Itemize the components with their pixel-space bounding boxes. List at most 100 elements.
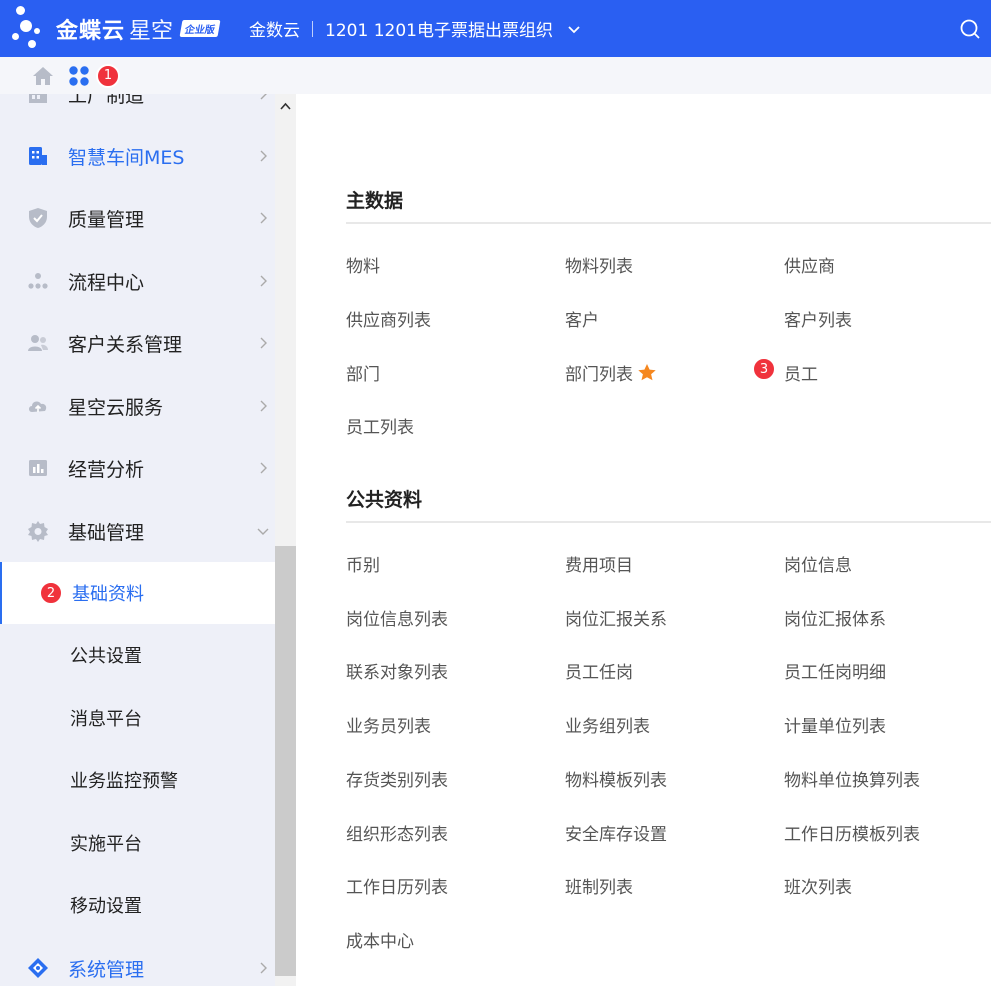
sub-toolbar: 1 bbox=[0, 57, 991, 94]
step-badge: 3 bbox=[752, 357, 776, 381]
chevron-down-icon bbox=[257, 528, 269, 535]
link-contact-list[interactable]: 联系对象列表 bbox=[346, 658, 448, 683]
sidebar: 工厂制造 智慧车间MES 质量管理 流程中心 客户关系管理 星空云服务 经营分析… bbox=[0, 94, 275, 986]
chevron-right-icon bbox=[260, 962, 267, 974]
link-material-list[interactable]: 物料列表 bbox=[565, 252, 633, 277]
kingdee-logo[interactable]: 金蝶云 星空 企业版 bbox=[0, 0, 221, 57]
step-badge: 1 bbox=[96, 63, 120, 88]
link-supplier[interactable]: 供应商 bbox=[784, 252, 835, 277]
sidebar-item-analysis[interactable]: 经营分析 bbox=[0, 437, 275, 499]
link-unit-conversion-list[interactable]: 物料单位换算列表 bbox=[784, 766, 920, 791]
sidebar-subitem-label: 公共设置 bbox=[70, 646, 142, 667]
link-calendar-list[interactable]: 工作日历列表 bbox=[346, 873, 448, 898]
factory-icon bbox=[29, 94, 47, 103]
sidebar-item-basic-management[interactable]: 基础管理 bbox=[0, 500, 275, 562]
link-unit-list[interactable]: 计量单位列表 bbox=[784, 712, 886, 737]
sidebar-subitem-label: 实施平台 bbox=[70, 834, 142, 855]
link-calendar-template-list[interactable]: 工作日历模板列表 bbox=[784, 820, 920, 845]
sidebar-subitem-label: 消息平台 bbox=[70, 709, 142, 730]
shield-check-icon bbox=[29, 208, 47, 228]
sidebar-subitem-public-settings[interactable]: 公共设置 bbox=[0, 624, 275, 686]
link-material-template-list[interactable]: 物料模板列表 bbox=[565, 766, 667, 791]
sidebar-subitem-label: 移动设置 bbox=[70, 896, 142, 917]
sidebar-item-quality[interactable]: 质量管理 bbox=[0, 187, 275, 249]
sidebar-subitem-basic-data[interactable]: 2 基础资料 bbox=[0, 562, 275, 624]
sidebar-item-mes[interactable]: 智慧车间MES bbox=[0, 125, 275, 187]
sidebar-subitem-label: 业务监控预警 bbox=[70, 771, 178, 792]
sidebar-item-label: 经营分析 bbox=[68, 458, 145, 481]
link-employee-position[interactable]: 员工任岗 bbox=[565, 658, 633, 683]
chevron-right-icon bbox=[260, 150, 267, 162]
sidebar-item-cloud-service[interactable]: 星空云服务 bbox=[0, 375, 275, 437]
link-business-group-list[interactable]: 业务组列表 bbox=[565, 712, 650, 737]
link-employee[interactable]: 员工 bbox=[784, 360, 818, 385]
flow-dots-icon bbox=[28, 273, 48, 289]
apps-grid-icon[interactable] bbox=[68, 65, 90, 87]
link-shift-list[interactable]: 班次列表 bbox=[784, 873, 852, 898]
sidebar-subitem-message-platform[interactable]: 消息平台 bbox=[0, 687, 275, 749]
link-department-list[interactable]: 部门列表 bbox=[565, 360, 633, 385]
link-supplier-list[interactable]: 供应商列表 bbox=[346, 306, 431, 331]
link-inventory-category-list[interactable]: 存货类别列表 bbox=[346, 766, 448, 791]
gear-icon bbox=[28, 521, 48, 542]
brand-name: 金蝶云 bbox=[56, 18, 126, 44]
link-employee-position-detail[interactable]: 员工任岗明细 bbox=[784, 658, 886, 683]
chevron-right-icon bbox=[260, 462, 267, 474]
sidebar-item-label: 星空云服务 bbox=[68, 396, 164, 419]
link-cost-center[interactable]: 成本中心 bbox=[346, 927, 414, 952]
link-safety-stock-settings[interactable]: 安全库存设置 bbox=[565, 820, 667, 845]
link-department[interactable]: 部门 bbox=[346, 360, 380, 385]
sidebar-subitem-mobile-settings[interactable]: 移动设置 bbox=[0, 874, 275, 936]
sidebar-scrollbar[interactable] bbox=[275, 94, 296, 986]
link-position-info-list[interactable]: 岗位信息列表 bbox=[346, 605, 448, 630]
link-currency[interactable]: 币别 bbox=[346, 551, 380, 576]
sidebar-item-label: 客户关系管理 bbox=[68, 333, 183, 356]
link-position-report-system[interactable]: 岗位汇报体系 bbox=[784, 605, 886, 630]
chart-icon bbox=[29, 460, 47, 476]
chevron-right-icon bbox=[260, 337, 267, 349]
sidebar-item-factory[interactable]: 工厂制造 bbox=[0, 94, 275, 125]
link-department-list-wrap[interactable]: 部门列表 bbox=[565, 360, 657, 385]
sidebar-item-workflow[interactable]: 流程中心 bbox=[0, 250, 275, 312]
link-employee-list[interactable]: 员工列表 bbox=[346, 413, 414, 438]
sidebar-subitem-monitoring[interactable]: 业务监控预警 bbox=[0, 749, 275, 811]
section-divider bbox=[346, 222, 991, 224]
star-icon[interactable] bbox=[637, 363, 657, 383]
link-position-report-relation[interactable]: 岗位汇报关系 bbox=[565, 605, 667, 630]
link-salesman-list[interactable]: 业务员列表 bbox=[346, 712, 431, 737]
brand-product: 星空 bbox=[129, 18, 174, 44]
sidebar-item-label: 基础管理 bbox=[68, 521, 145, 544]
link-customer[interactable]: 客户 bbox=[565, 306, 599, 331]
sidebar-item-label: 工厂制造 bbox=[68, 94, 145, 107]
chevron-right-icon bbox=[260, 275, 267, 287]
home-icon[interactable] bbox=[32, 65, 54, 87]
search-icon[interactable] bbox=[959, 18, 981, 40]
sidebar-item-label: 智慧车间MES bbox=[68, 146, 185, 169]
link-material[interactable]: 物料 bbox=[346, 252, 380, 277]
org-selector-label[interactable]: 1201 1201电子票据出票组织 bbox=[325, 16, 553, 41]
building-icon bbox=[29, 147, 47, 165]
scrollbar-thumb[interactable] bbox=[275, 546, 296, 976]
logo-dots-icon bbox=[12, 0, 54, 57]
link-org-form-list[interactable]: 组织形态列表 bbox=[346, 820, 448, 845]
edition-badge: 企业版 bbox=[179, 20, 221, 37]
scroll-up-icon[interactable] bbox=[279, 100, 292, 113]
chevron-right-icon bbox=[260, 212, 267, 224]
system-icon bbox=[28, 958, 48, 978]
chevron-right-icon bbox=[260, 400, 267, 412]
link-position-info[interactable]: 岗位信息 bbox=[784, 551, 852, 576]
sidebar-item-crm[interactable]: 客户关系管理 bbox=[0, 312, 275, 374]
sidebar-item-label: 系统管理 bbox=[68, 958, 145, 981]
link-expense-item[interactable]: 费用项目 bbox=[565, 551, 633, 576]
chevron-down-icon[interactable] bbox=[565, 20, 583, 38]
sidebar-subitem-implementation[interactable]: 实施平台 bbox=[0, 812, 275, 874]
link-customer-list[interactable]: 客户列表 bbox=[784, 306, 852, 331]
link-shift-system-list[interactable]: 班制列表 bbox=[565, 873, 633, 898]
cloud-name[interactable]: 金数云 bbox=[249, 16, 300, 41]
step-badge: 2 bbox=[39, 581, 63, 605]
people-icon bbox=[28, 335, 48, 351]
cloud-icon bbox=[29, 401, 47, 412]
chevron-right-icon bbox=[260, 94, 267, 100]
sidebar-subitem-label: 基础资料 bbox=[72, 584, 144, 605]
sidebar-item-system-management[interactable]: 系统管理 bbox=[0, 937, 275, 986]
